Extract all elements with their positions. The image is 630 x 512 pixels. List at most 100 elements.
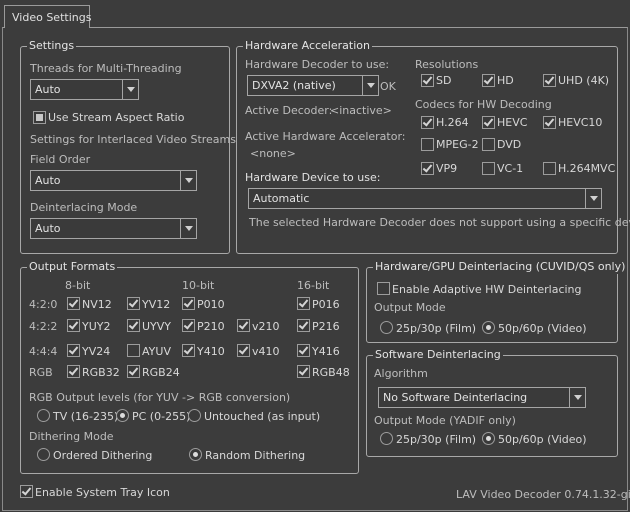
field-order-value: Auto [35,174,61,187]
active-accel-label: Active Hardware Accelerator: [245,130,406,143]
output-formats-group: Output Formats 8-bit 10-bit 16-bit 4:2:0… [20,260,359,474]
format-checkbox-yuy2[interactable] [67,319,80,332]
codec-checkbox-mpeg2[interactable] [421,138,434,151]
codec-label-hevc10: HEVC10 [558,116,603,129]
dither-label-random: Random Dithering [205,449,306,462]
chevron-down-icon[interactable] [362,76,378,95]
format-checkbox-y410[interactable] [182,344,195,357]
decoder-select[interactable]: DXVA2 (native) [247,75,379,96]
codec-checkbox-h264[interactable] [421,116,434,129]
format-label-y410: Y410 [197,345,225,358]
chevron-down-icon[interactable] [180,219,196,238]
codec-checkbox-dvd[interactable] [482,138,495,151]
threads-select[interactable]: Auto [30,79,139,100]
format-checkbox-p210[interactable] [182,319,195,332]
stream-aspect-checkbox[interactable] [33,111,46,124]
format-checkbox-nv12[interactable] [67,297,80,310]
sw-mode-label-film: 25p/30p (Film) [396,433,477,446]
codec-label-vp9: VP9 [436,162,458,175]
tab-video-settings[interactable]: Video Settings [4,5,92,28]
codec-label-h264: H.264 [436,116,469,129]
adaptive-deint-checkbox[interactable] [377,282,390,295]
format-label-rgb24: RGB24 [142,366,180,379]
format-checkbox-ayuv[interactable] [127,344,140,357]
row-444: 4:4:4 [29,345,58,358]
codec-checkbox-vc1[interactable] [482,162,495,175]
levels-radio-tv[interactable] [37,409,50,422]
sw-mode-radio-film[interactable] [380,432,393,445]
codec-checkbox-hevc[interactable] [482,116,495,129]
codec-label-hevc: HEVC [497,116,528,129]
deint-mode-value: Auto [35,222,61,235]
format-label-yv12: YV12 [142,298,171,311]
chevron-down-icon[interactable] [180,171,196,190]
format-checkbox-p016[interactable] [297,297,310,310]
deint-mode-select[interactable]: Auto [30,218,197,239]
output-formats-legend: Output Formats [27,260,118,274]
col-10bit: 10-bit [182,279,215,292]
codec-checkbox-h264mvc[interactable] [543,162,556,175]
format-checkbox-uyvy[interactable] [127,319,140,332]
format-label-rgb32: RGB32 [82,366,120,379]
res-checkbox-sd[interactable] [421,74,434,87]
chevron-down-icon[interactable] [585,189,601,208]
decoder-status: OK [380,80,396,93]
hw-accel-group: Hardware Acceleration Hardware Decoder t… [236,39,630,254]
format-label-nv12: NV12 [82,298,112,311]
active-accel-value: <none> [250,147,296,160]
tray-icon-checkbox[interactable] [20,485,33,498]
gpu-deint-legend: Hardware/GPU Deinterlacing (CUVID/QS onl… [373,260,628,274]
gpu-mode-label: Output Mode [374,301,446,314]
format-checkbox-v410[interactable] [237,344,250,357]
codec-checkbox-vp9[interactable] [421,162,434,175]
format-label-uyvy: UYVY [142,320,172,333]
gpu-mode-radio-film[interactable] [380,321,393,334]
format-checkbox-rgb24[interactable] [127,365,140,378]
decoder-label: Hardware Decoder to use: [245,58,390,71]
gpu-mode-radio-video[interactable] [482,321,495,334]
active-decoder-value: <inactive> [330,104,392,117]
algorithm-value: No Software Deinterlacing [383,391,528,404]
sw-deint-group: Software Deinterlacing Algorithm No Soft… [366,348,618,457]
settings-legend: Settings [27,39,77,53]
format-checkbox-v210[interactable] [237,319,250,332]
resolutions-label: Resolutions [415,58,479,71]
levels-label: RGB Output levels (for YUV -> RGB conver… [29,391,291,404]
device-note: The selected Hardware Decoder does not s… [249,216,630,229]
gpu-mode-label-film: 25p/30p (Film) [396,322,477,335]
chevron-down-icon[interactable] [569,388,585,407]
sw-mode-label-video: 50p/60p (Video) [498,433,587,446]
threads-label: Threads for Multi-Threading [30,62,182,75]
format-checkbox-yv24[interactable] [67,344,80,357]
levels-label-untouched: Untouched (as input) [204,410,321,423]
dither-radio-random[interactable] [189,448,202,461]
format-checkbox-p010[interactable] [182,297,195,310]
field-order-label: Field Order [30,153,91,166]
codec-label-vc1: VC-1 [497,162,524,175]
format-checkbox-rgb32[interactable] [67,365,80,378]
dither-label: Dithering Mode [29,430,114,443]
device-select[interactable]: Automatic [248,188,602,209]
field-order-select[interactable]: Auto [30,170,197,191]
dither-radio-ordered[interactable] [37,448,50,461]
tab-label: Video Settings [12,11,92,24]
format-checkbox-y416[interactable] [297,344,310,357]
sw-deint-legend: Software Deinterlacing [373,348,503,362]
levels-radio-untouched[interactable] [188,409,201,422]
stream-aspect-label: Use Stream Aspect Ratio [48,111,185,124]
res-checkbox-uhd[interactable] [543,74,556,87]
chevron-down-icon[interactable] [122,80,138,99]
format-checkbox-yv12[interactable] [127,297,140,310]
adaptive-deint-label: Enable Adaptive HW Deinterlacing [392,283,582,296]
sw-mode-radio-video[interactable] [482,432,495,445]
format-label-yuy2: YUY2 [82,320,111,333]
levels-radio-pc[interactable] [116,409,129,422]
res-checkbox-hd[interactable] [482,74,495,87]
codec-checkbox-hevc10[interactable] [543,116,556,129]
format-checkbox-rgb48[interactable] [297,365,310,378]
format-label-p016: P016 [312,298,340,311]
gpu-mode-label-video: 50p/60p (Video) [498,322,587,335]
col-8bit: 8-bit [65,279,91,292]
format-checkbox-p216[interactable] [297,319,310,332]
algorithm-select[interactable]: No Software Deinterlacing [378,387,586,408]
